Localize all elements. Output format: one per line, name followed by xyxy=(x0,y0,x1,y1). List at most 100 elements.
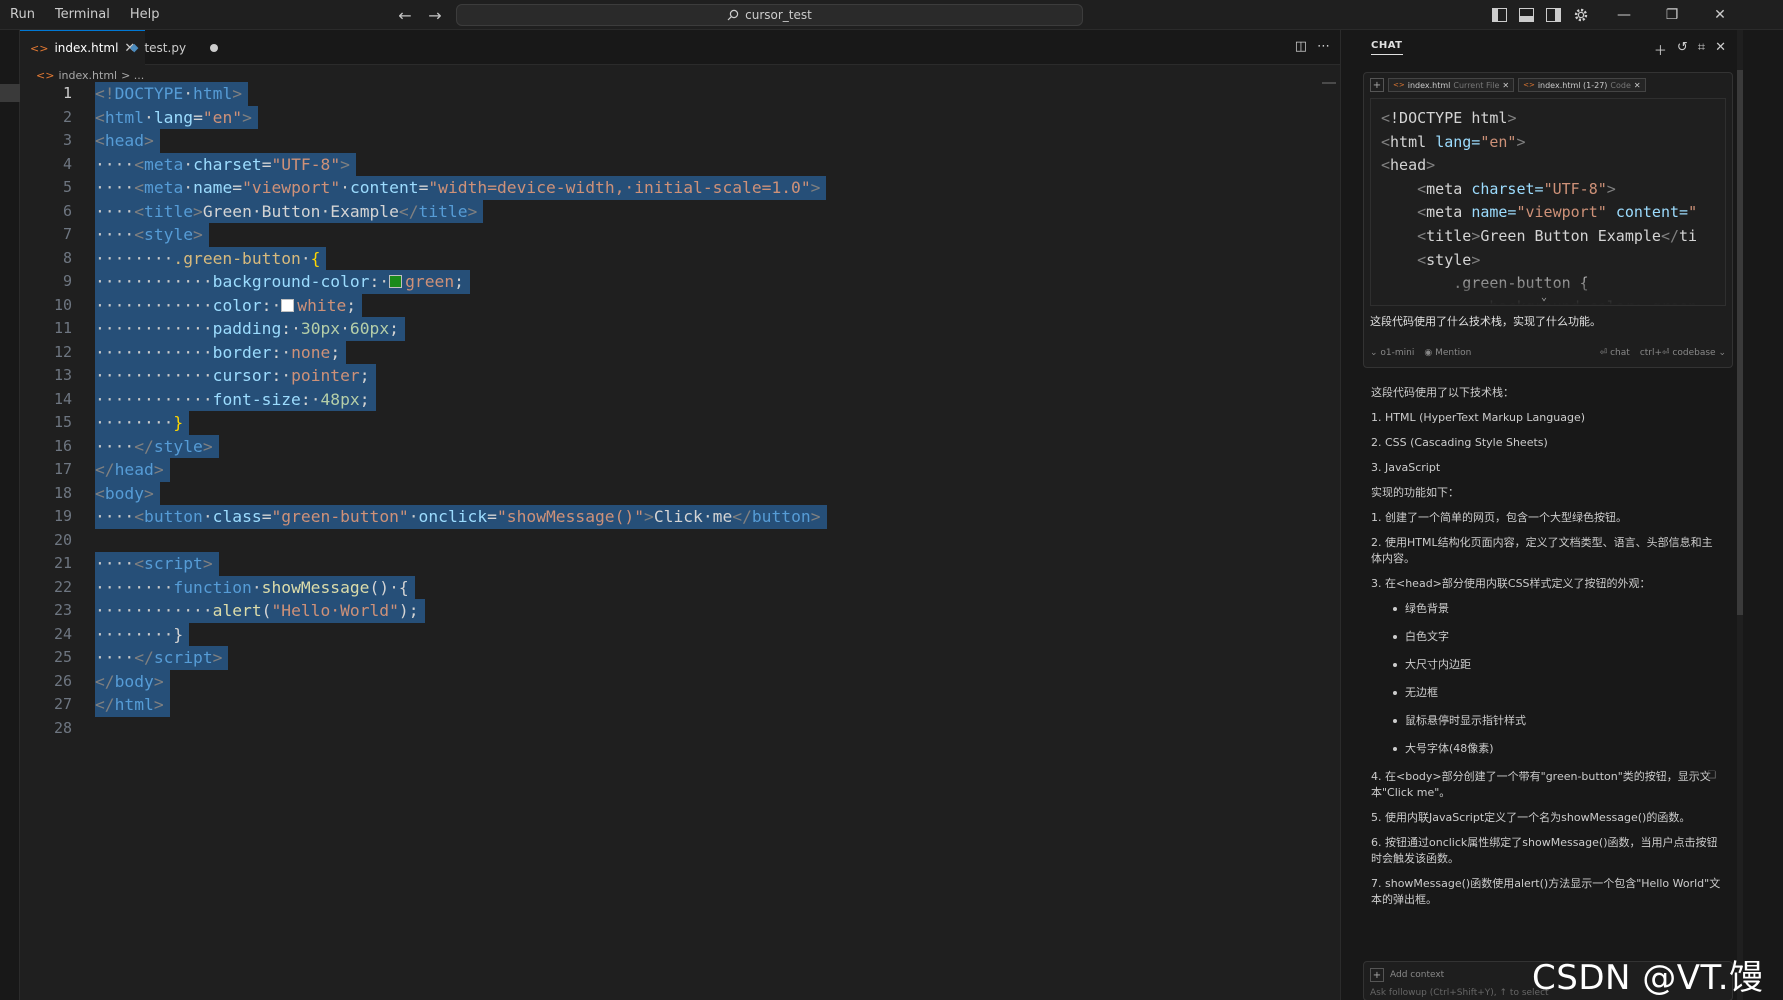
code-line[interactable]: 3 <head> xyxy=(20,129,1320,153)
remove-chip-icon[interactable]: ✕ xyxy=(1502,81,1509,90)
settings-gear-icon[interactable] xyxy=(1571,5,1590,24)
code-text: <head> xyxy=(95,129,160,153)
code-line[interactable]: 22 ········function·showMessage()·{ xyxy=(20,575,1320,599)
code-line[interactable]: 26 </body> xyxy=(20,669,1320,693)
code-line[interactable]: 9 ············background-color:· green; xyxy=(20,270,1320,294)
open-in-editor-icon[interactable]: ⌗ xyxy=(1698,40,1705,59)
layout-controls xyxy=(1490,5,1590,24)
unsaved-dot-icon[interactable] xyxy=(210,43,219,52)
code-text: </html> xyxy=(95,693,170,717)
split-editor-icon[interactable]: ◫ xyxy=(1295,39,1307,54)
code-line[interactable]: 10 ············color:· white; xyxy=(20,293,1320,317)
code-line[interactable]: 25 ····</script> xyxy=(20,646,1320,670)
code-text: </body> xyxy=(95,669,170,693)
code-line[interactable]: 17 </head> xyxy=(20,458,1320,482)
restore-icon[interactable]: ❐ xyxy=(1648,0,1696,30)
code-line[interactable]: 19 ····<button·class="green-button"·oncli… xyxy=(20,505,1320,529)
menu-terminal[interactable]: Terminal xyxy=(45,0,120,30)
list-item: 鼠标悬停时显示指针样式 xyxy=(1393,713,1723,729)
list-item: 大号字体(48像素) xyxy=(1393,741,1723,757)
minimize-icon[interactable]: — xyxy=(1600,0,1648,30)
line-number: 20 xyxy=(53,530,72,549)
forward-arrow-icon[interactable]: → xyxy=(424,4,446,26)
codebase-submit-button[interactable]: ctrl+⏎ codebase ⌄ xyxy=(1640,348,1726,358)
code-line[interactable]: 4 ····<meta·charset="UTF-8"> xyxy=(20,152,1320,176)
back-arrow-icon[interactable]: ← xyxy=(394,4,416,26)
code-line[interactable]: 5 ····<meta·name="viewport"·content="widt… xyxy=(20,176,1320,200)
menu-bar: Run Terminal Help xyxy=(0,0,170,30)
chip-name: index.html (1-27) xyxy=(1537,80,1608,90)
python-file-icon: ◆ xyxy=(130,41,139,54)
history-icon[interactable]: ↺ xyxy=(1677,40,1688,59)
toggle-secondary-sidebar-icon[interactable] xyxy=(1544,5,1563,24)
code-line[interactable]: 12 ············border:·none; xyxy=(20,340,1320,364)
code-line[interactable]: 16 ····</style> xyxy=(20,434,1320,458)
code-editor[interactable]: 1 <!DOCTYPE·html> 2 <html·lang="en"> 3 <head>… xyxy=(20,82,1320,740)
code-line[interactable]: 18 <body> xyxy=(20,481,1320,505)
command-center-search[interactable]: cursor_test xyxy=(456,4,1083,26)
code-line[interactable]: 21 ····<script> xyxy=(20,552,1320,576)
remove-chip-icon[interactable]: ✕ xyxy=(1634,81,1641,90)
breadcrumb-file[interactable]: index.html xyxy=(58,69,117,82)
close-window-icon[interactable]: ✕ xyxy=(1696,0,1744,30)
code-line[interactable]: 6 ····<title>Green·Button·Example</title> xyxy=(20,199,1320,223)
line-number: 27 xyxy=(53,695,72,713)
code-text: ············alert("Hello·World"); xyxy=(95,599,425,623)
breadcrumb-rest[interactable]: > ... xyxy=(121,69,144,82)
line-number: 14 xyxy=(53,389,72,408)
copy-icon[interactable]: ❏ xyxy=(1707,770,1716,781)
chat-title[interactable]: CHAT xyxy=(1371,40,1403,55)
code-line[interactable]: 7 ····<style> xyxy=(20,223,1320,247)
undo-icon[interactable]: ↶ xyxy=(1691,770,1699,781)
context-chip-current-file[interactable]: <> index.html Current File ✕ xyxy=(1388,78,1515,92)
tab-test-py[interactable]: ◆ test.py xyxy=(120,30,228,65)
expand-chevron-icon[interactable]: ⌄ xyxy=(1541,292,1547,303)
code-line[interactable]: 11 ············padding:·30px·60px; xyxy=(20,317,1320,341)
color-swatch-icon[interactable] xyxy=(281,298,295,312)
chat-header: CHAT ＋ ↺ ⌗ ✕ xyxy=(1341,30,1738,65)
code-text: ············border:·none; xyxy=(95,340,347,364)
add-context-button[interactable]: + Add context xyxy=(1370,968,1444,982)
preview-line: <meta charset="UTF-8"> xyxy=(1417,179,1616,198)
active-line-marker xyxy=(0,84,20,102)
code-line[interactable]: 2 <html·lang="en"> xyxy=(20,105,1320,129)
color-swatch-icon[interactable] xyxy=(389,275,403,288)
line-number: 23 xyxy=(53,601,72,619)
menu-help[interactable]: Help xyxy=(120,0,170,30)
toggle-panel-icon[interactable] xyxy=(1517,5,1536,24)
context-chip-code-selection[interactable]: <> index.html (1-27) Code ✕ xyxy=(1518,78,1646,92)
code-text: ········.green-button·{ xyxy=(95,246,327,270)
code-text: ····</style> xyxy=(95,434,219,458)
more-actions-icon[interactable]: ⋯ xyxy=(1317,39,1330,54)
code-line[interactable]: 13 ············cursor:·pointer; xyxy=(20,364,1320,388)
mention-button[interactable]: ◉ Mention xyxy=(1424,348,1471,358)
title-bar: Run Terminal Help ← → cursor_test — ❐ ✕ xyxy=(0,0,1783,30)
code-line[interactable]: 14 ············font-size:·48px; xyxy=(20,387,1320,411)
chip-name: index.html xyxy=(1407,80,1451,90)
preview-fade xyxy=(1371,269,1725,305)
model-selector[interactable]: ⌄ o1-mini xyxy=(1370,348,1414,358)
window-right-edge xyxy=(1743,30,1783,1000)
chat-submit-button[interactable]: ⏎ chat xyxy=(1600,348,1630,358)
line-number: 17 xyxy=(53,460,72,478)
code-line[interactable]: 15 ········} xyxy=(20,411,1320,435)
code-line[interactable]: 1 <!DOCTYPE·html> xyxy=(20,82,1320,106)
code-line[interactable]: 8 ········.green-button·{ xyxy=(20,246,1320,270)
tab-label: test.py xyxy=(144,40,187,55)
code-line[interactable]: 27 </html> xyxy=(20,693,1320,717)
answer-feature-item: 4. 在<body>部分创建了一个带有"green-button"类的按钮，显示… xyxy=(1371,770,1711,799)
toggle-primary-sidebar-icon[interactable] xyxy=(1490,5,1509,24)
add-context-plus-icon[interactable]: + xyxy=(1370,78,1384,92)
menu-run[interactable]: Run xyxy=(0,0,45,30)
new-chat-icon[interactable]: ＋ xyxy=(1654,40,1667,59)
code-line[interactable]: 24 ········} xyxy=(20,622,1320,646)
answer-feature-item: 7. showMessage()函数使用alert()方法显示一个包含"Hell… xyxy=(1371,877,1721,906)
close-chat-icon[interactable]: ✕ xyxy=(1715,40,1726,59)
code-line[interactable]: 23 ············alert("Hello·World"); xyxy=(20,599,1320,623)
answer-stack-item: 3. JavaScript xyxy=(1371,461,1441,474)
editor-tab-bar: <> index.html ✕ ◆ test.py ◫ ⋯ xyxy=(20,30,1340,65)
line-number: 19 xyxy=(53,507,72,525)
code-preview[interactable]: <!DOCTYPE html> <html lang="en"> <head> <m… xyxy=(1370,98,1726,306)
code-line[interactable]: 20 xyxy=(20,529,1320,553)
code-line[interactable]: 28 xyxy=(20,717,1320,741)
